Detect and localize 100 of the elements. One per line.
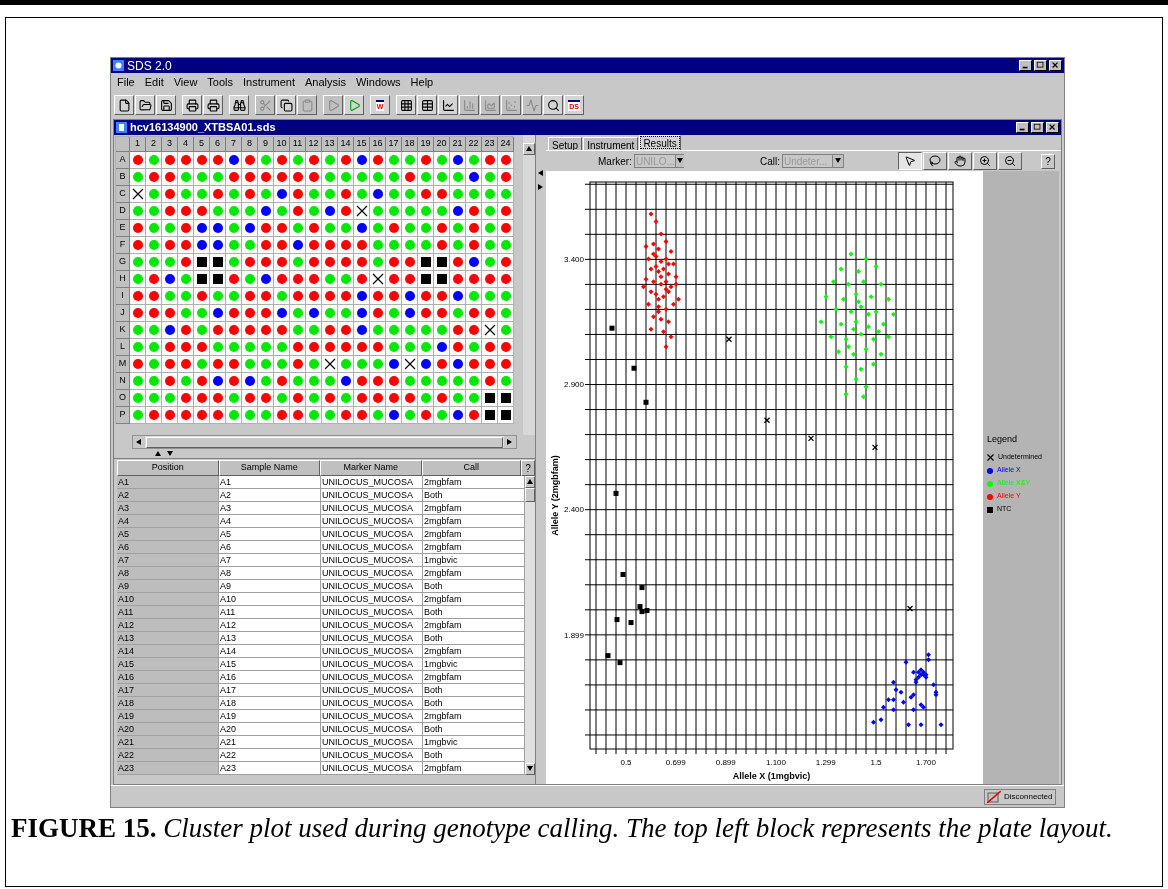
column-header: 4 [178,137,194,152]
status-text: Disconnected [1004,790,1053,803]
table-cell: UNILOCUS_MUCOSA [321,528,423,540]
y-tick-label: 2.400 [563,505,584,515]
table-cell: A14 [219,645,321,657]
row-header: N [116,373,130,390]
table-cell: A23 [117,762,219,774]
column-header: 8 [242,137,258,152]
table-cell: UNILOCUS_MUCOSA [321,606,423,618]
table-cell: A11 [117,606,219,618]
table-cell: A6 [117,541,219,553]
column-header: 23 [482,137,498,152]
column-header: 21 [450,137,466,152]
row-header: D [116,203,130,220]
table-cell: A16 [117,671,219,683]
table-cell: UNILOCUS_MUCOSA [321,593,423,605]
table-cell: UNILOCUS_MUCOSA [321,762,423,774]
filter-label: Marker: [598,154,632,169]
table-cell: 2mgbfam [423,567,525,579]
column-header: 9 [258,137,274,152]
table-cell: A3 [117,502,219,514]
row-header: J [116,305,130,322]
table-cell: 2mgbfam [423,671,525,683]
table-cell: Both [423,632,525,644]
table-cell: A13 [219,632,321,644]
column-header: 1 [130,137,146,152]
table-cell: UNILOCUS_MUCOSA [321,515,423,527]
column-header: 19 [418,137,434,152]
column-header: 15 [354,137,370,152]
table-cell: A3 [219,502,321,514]
table-cell: UNILOCUS_MUCOSA [321,502,423,514]
table-cell: A7 [117,554,219,566]
table-cell: A22 [219,749,321,761]
column-header: 22 [466,137,482,152]
table-cell: Both [423,749,525,761]
row-header: O [116,390,130,407]
table-cell: UNILOCUS_MUCOSA [321,658,423,670]
x-tick-label: 1.5 [870,758,882,767]
row-header: K [116,322,130,339]
table-cell: UNILOCUS_MUCOSA [321,567,423,579]
table-cell: A2 [219,489,321,501]
table-cell: A22 [117,749,219,761]
y-tick-label: 3.400 [563,255,584,265]
table-cell: 2mgbfam [423,710,525,722]
table-cell: UNILOCUS_MUCOSA [321,723,423,735]
table-cell: A10 [219,593,321,605]
table-cell: A4 [219,515,321,527]
table-cell: UNILOCUS_MUCOSA [321,684,423,696]
table-cell: A19 [117,710,219,722]
table-cell: A21 [219,736,321,748]
table-cell: UNILOCUS_MUCOSA [321,476,423,488]
column-header: 3 [162,137,178,152]
table-cell: UNILOCUS_MUCOSA [321,736,423,748]
table-cell: A8 [117,567,219,579]
column-header: 2 [146,137,162,152]
table-cell: 2mgbfam [423,541,525,553]
table-cell: A6 [219,541,321,553]
x-tick-label: 0.699 [665,758,686,767]
row-header: E [116,220,130,237]
row-header: B [116,169,130,186]
table-cell: A15 [117,658,219,670]
row-header: F [116,237,130,254]
table-cell: 2mgbfam [423,762,525,774]
row-header: I [116,288,130,305]
window-title: SDS 2.0 [127,57,172,75]
table-cell: 1mgbvic [423,736,525,748]
row-header: A [116,152,130,169]
table-cell: 2mgbfam [423,619,525,631]
y-tick-label: 1.899 [563,630,584,640]
legend-title: Legend [987,433,1019,446]
table-cell: 1mgbvic [423,658,525,670]
column-header: 14 [338,137,354,152]
column-header: 5 [194,137,210,152]
table-cell: A17 [219,684,321,696]
table-cell: 2mgbfam [423,645,525,657]
table-cell: A20 [219,723,321,735]
column-header: 20 [434,137,450,152]
row-header: M [116,356,130,373]
table-cell: A17 [117,684,219,696]
row-header: H [116,271,130,288]
x-tick-label: 1.700 [916,758,936,767]
table-cell: A4 [117,515,219,527]
table-cell: A23 [219,762,321,774]
table-cell: 2mgbfam [423,502,525,514]
y-axis-title: Allele Y (2mgbfam) [550,455,560,536]
table-cell: 2mgbfam [423,528,525,540]
filter-label: Call: [759,154,780,169]
table-cell: A16 [219,671,321,683]
figure-caption: FIGURE 15. Cluster plot used during genotype calling. The top left block represents the plate layout. [10,812,1114,844]
table-cell: A15 [219,658,321,670]
table-cell: UNILOCUS_MUCOSA [321,645,423,657]
table-cell: UNILOCUS_MUCOSA [321,632,423,644]
table-cell: A12 [219,619,321,631]
table-cell: Both [423,580,525,592]
x-tick-label: 1.299 [815,758,836,767]
y-tick-label: 2.900 [563,380,584,390]
table-cell: A11 [219,606,321,618]
table-cell: Both [423,684,525,696]
x-tick-label: 0.899 [715,758,736,767]
table-cell: UNILOCUS_MUCOSA [321,619,423,631]
